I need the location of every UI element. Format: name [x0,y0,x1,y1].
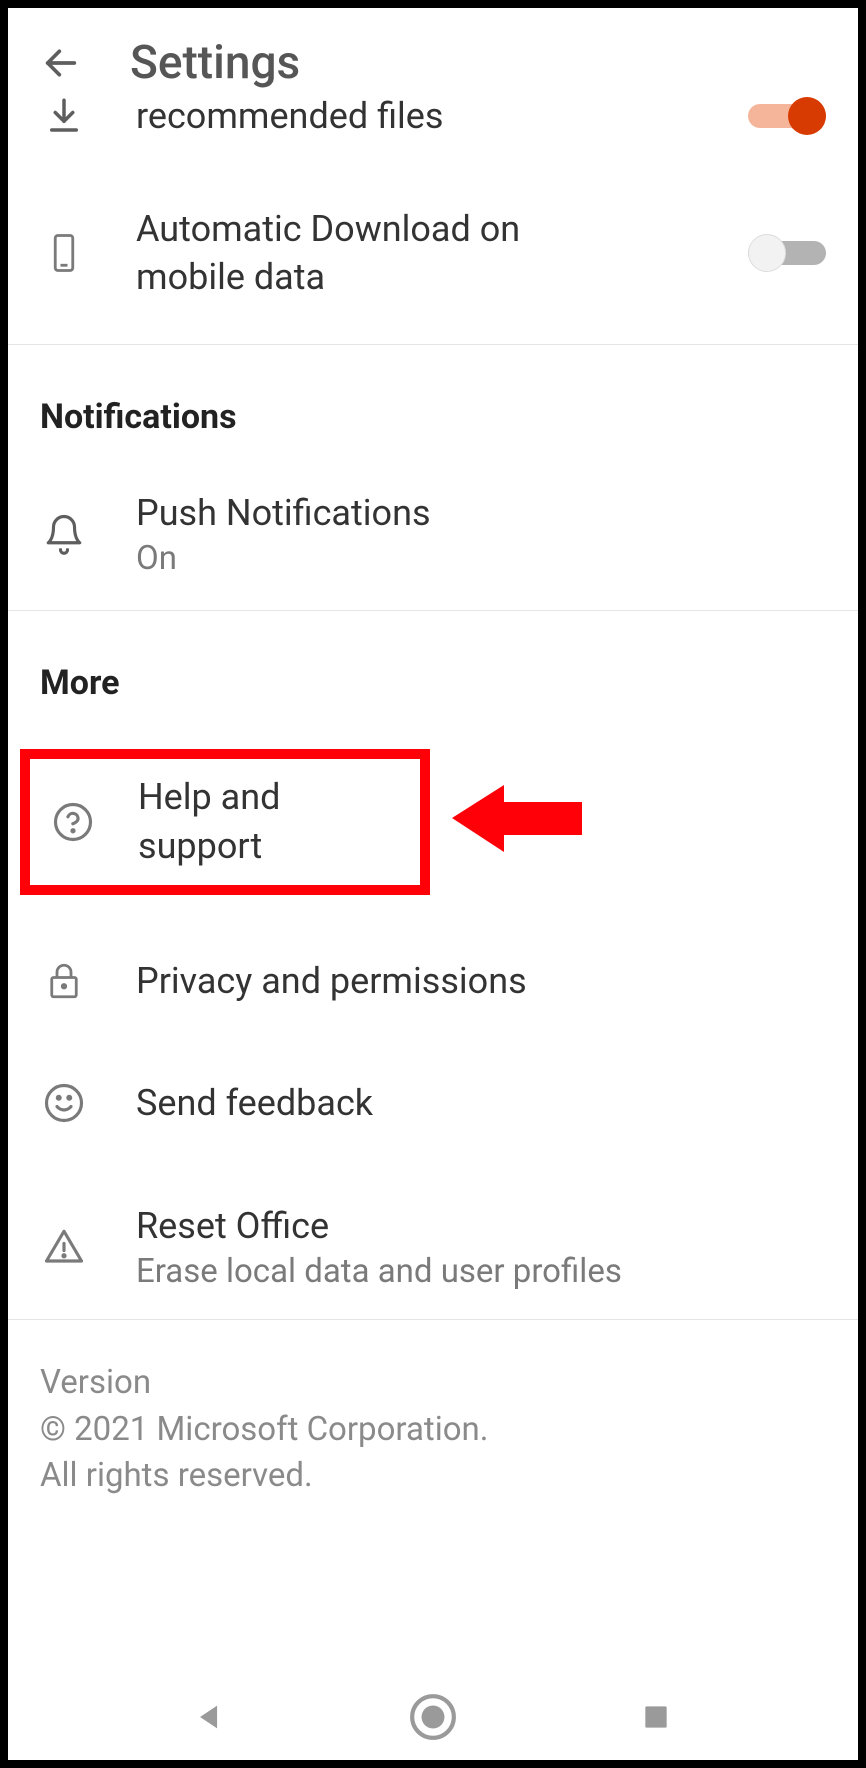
setting-help-support[interactable]: Help and support [20,749,430,894]
lock-icon [40,957,88,1005]
nav-recent[interactable] [631,1692,681,1742]
setting-sub: Erase local data and user profiles [136,1252,826,1291]
annotation-arrow [452,781,582,856]
help-icon [52,801,94,843]
setting-push-notifications[interactable]: Push Notifications On [8,457,858,611]
setting-title: Reset Office [136,1202,826,1251]
copyright: © 2021 Microsoft Corporation. [40,1407,826,1453]
bell-icon [40,510,88,558]
toggle-on[interactable] [748,97,826,135]
setting-title: Automatic Download on mobile data [136,205,536,302]
section-more: More [8,611,858,723]
system-navbar [8,1674,858,1760]
setting-title: recommended files [136,92,700,141]
section-notifications: Notifications [8,345,858,457]
download-icon [40,92,88,140]
warning-icon [40,1223,88,1271]
rights: All rights reserved. [40,1453,826,1499]
setting-title: Privacy and permissions [136,957,826,1006]
setting-auto-download-mobile[interactable]: Automatic Download on mobile data [8,163,858,344]
setting-sub: On [136,539,826,578]
setting-title: Send feedback [136,1079,826,1128]
setting-send-feedback[interactable]: Send feedback [8,1033,858,1174]
setting-download-recent-recommended[interactable]: recommended files [8,70,858,163]
settings-list: recommended files Automatic Download on … [8,118,858,1519]
setting-title: Push Notifications [136,489,826,538]
nav-home[interactable] [408,1692,458,1742]
setting-privacy-permissions[interactable]: Privacy and permissions [8,929,858,1034]
version-label: Version [40,1360,826,1406]
setting-title: Help and support [138,773,408,870]
phone-icon [40,229,88,277]
toggle-off[interactable] [748,234,826,272]
nav-back[interactable] [185,1692,235,1742]
footer: Version © 2021 Microsoft Corporation. Al… [8,1320,858,1519]
smile-icon [40,1079,88,1127]
setting-reset-office[interactable]: Reset Office Erase local data and user p… [8,1174,858,1320]
